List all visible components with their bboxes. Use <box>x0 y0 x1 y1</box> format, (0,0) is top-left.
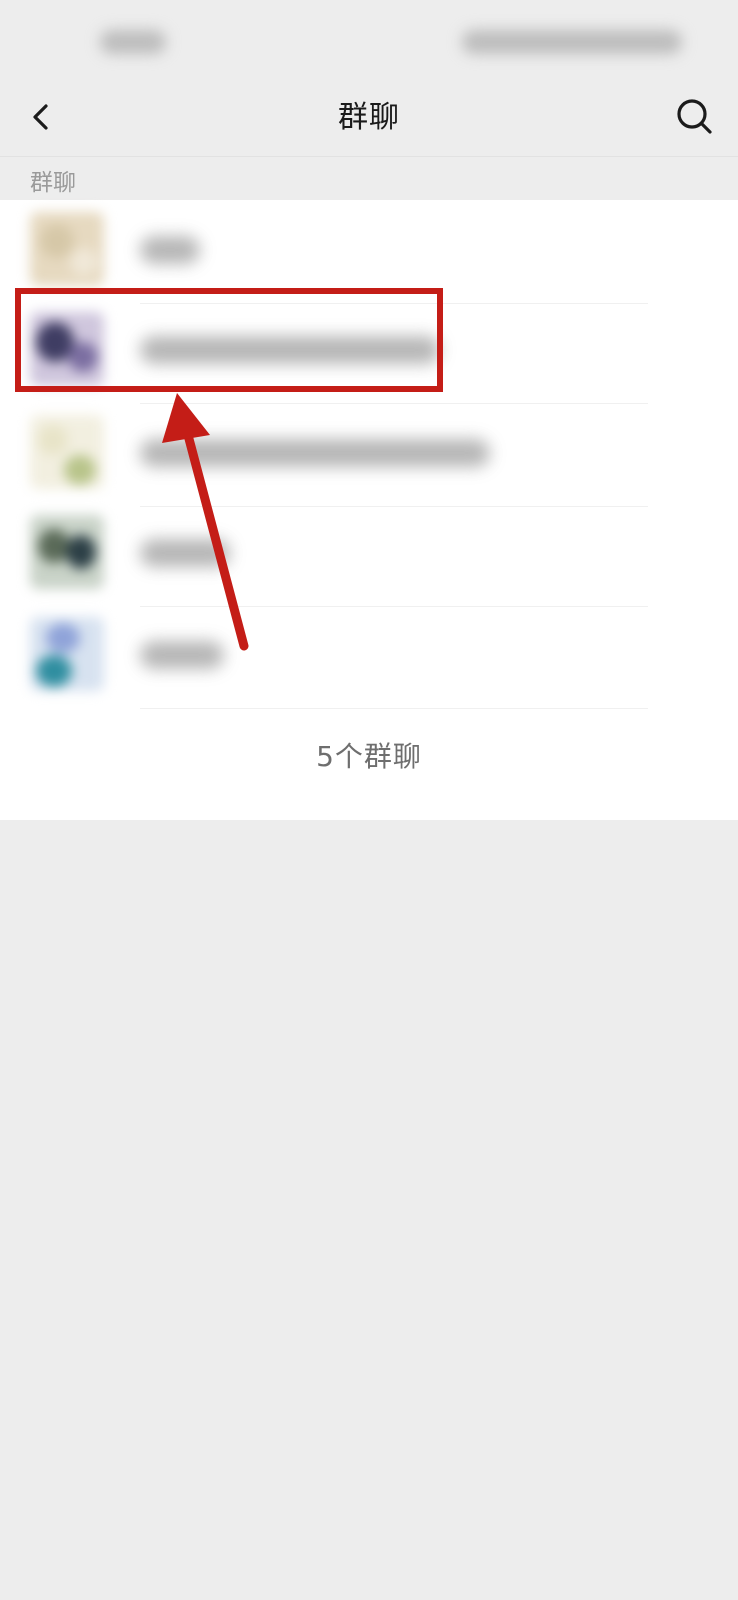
search-button[interactable] <box>668 90 722 144</box>
nav-bar: 群聊 <box>0 80 738 157</box>
group-item[interactable] <box>0 403 738 507</box>
divider <box>140 708 648 709</box>
status-time <box>100 30 166 54</box>
group-avatar <box>30 515 104 589</box>
status-bar <box>0 0 738 80</box>
section-header: 群聊 <box>30 170 76 196</box>
group-item[interactable] <box>0 503 738 607</box>
group-name <box>140 539 230 567</box>
group-count: 5个群聊 <box>316 740 422 773</box>
highlight-box <box>15 288 443 392</box>
page-title: 群聊 <box>338 100 400 135</box>
group-avatar <box>30 415 104 489</box>
group-name <box>140 641 224 669</box>
search-icon <box>677 99 712 134</box>
status-icons <box>462 30 682 54</box>
group-item[interactable] <box>0 605 738 709</box>
group-name <box>140 439 490 467</box>
group-name <box>140 236 200 264</box>
group-avatar <box>30 212 104 286</box>
group-avatar <box>30 617 104 691</box>
